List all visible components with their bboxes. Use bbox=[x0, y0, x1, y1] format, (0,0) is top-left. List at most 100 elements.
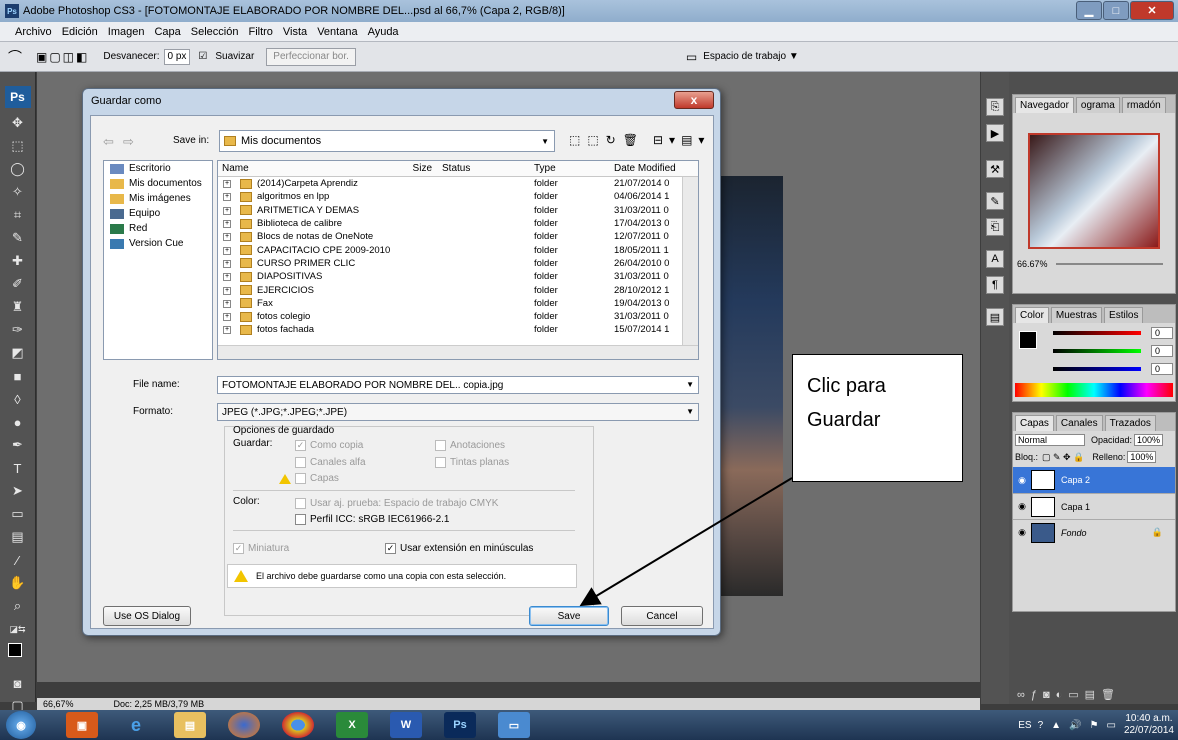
move-tool-icon[interactable]: ✥ bbox=[6, 112, 30, 134]
magic-wand-icon[interactable]: ✧ bbox=[6, 181, 30, 203]
menu-capa[interactable]: Capa bbox=[149, 26, 185, 38]
marquee-tool-icon[interactable]: ⬚ bbox=[6, 135, 30, 157]
bridge-icon[interactable]: ▭ bbox=[686, 50, 697, 64]
gradient-tool-icon[interactable]: ■ bbox=[6, 365, 30, 387]
tab-histogram[interactable]: ograma bbox=[1075, 97, 1120, 113]
col-size[interactable]: Size bbox=[394, 163, 436, 174]
green-value[interactable]: 0 bbox=[1151, 345, 1173, 357]
use-os-dialog-button[interactable]: Use OS Dialog bbox=[103, 606, 191, 626]
chrome-icon[interactable] bbox=[282, 712, 314, 738]
brushes-panel-icon[interactable]: ✎ bbox=[986, 192, 1004, 210]
save-in-select[interactable]: Mis documentos ▼ bbox=[219, 130, 555, 152]
opacity-input[interactable]: 100% bbox=[1134, 434, 1164, 446]
minimize-button[interactable]: ▁ bbox=[1076, 1, 1102, 20]
zoom-tool-icon[interactable]: ⌕ bbox=[6, 595, 30, 617]
tab-navigator[interactable]: Navegador bbox=[1015, 97, 1074, 113]
table-row[interactable]: + DIAPOSITIVAS folder 31/03/2011 0 bbox=[218, 270, 698, 283]
power-icon[interactable]: ▭ bbox=[1106, 720, 1115, 731]
foreground-color-swatch[interactable] bbox=[1019, 331, 1037, 349]
view-menu-icons[interactable]: ⊟▾▤▾ bbox=[653, 133, 710, 147]
tab-color[interactable]: Color bbox=[1015, 307, 1049, 323]
type-tool-icon[interactable]: T bbox=[6, 457, 30, 479]
table-row[interactable]: + algoritmos en lpp folder 04/06/2014 1 bbox=[218, 190, 698, 203]
place-computer[interactable]: Equipo bbox=[104, 206, 212, 221]
proof-setup-checkbox[interactable]: Usar aj. prueba: Espacio de trabajo CMYK bbox=[295, 498, 498, 509]
menu-archivo[interactable]: Archivo bbox=[10, 26, 57, 38]
file-list-horizontal-scrollbar[interactable] bbox=[218, 345, 698, 359]
menu-imagen[interactable]: Imagen bbox=[103, 26, 150, 38]
menu-seleccion[interactable]: Selección bbox=[186, 26, 244, 38]
thumbnail-checkbox[interactable]: ✓ Miniatura bbox=[233, 543, 289, 554]
dodge-tool-icon[interactable]: ● bbox=[6, 411, 30, 433]
lock-icons[interactable]: ▢ ✎ ✥ 🔒 bbox=[1042, 452, 1084, 463]
red-value[interactable]: 0 bbox=[1151, 327, 1173, 339]
fill-input[interactable]: 100% bbox=[1127, 451, 1157, 463]
lowercase-extension-checkbox[interactable]: ✓ Usar extensión en minúsculas bbox=[385, 543, 533, 554]
save-button[interactable]: Save bbox=[529, 606, 609, 626]
icc-profile-checkbox[interactable]: Perfil ICC: sRGB IEC61966-2.1 bbox=[295, 514, 450, 525]
blue-value[interactable]: 0 bbox=[1151, 363, 1173, 375]
eye-icon[interactable]: ◉ bbox=[1013, 527, 1031, 538]
brush-tool-icon[interactable]: ✐ bbox=[6, 273, 30, 295]
format-select[interactable]: JPEG (*.JPG;*.JPEG;*.JPE) ▼ bbox=[217, 403, 699, 421]
lasso-tool-icon[interactable]: ⌒ bbox=[8, 47, 22, 67]
col-date[interactable]: Date Modified bbox=[614, 163, 682, 174]
table-row[interactable]: + ARITMETICA Y DEMAS folder 31/03/2011 0 bbox=[218, 204, 698, 217]
forward-arrow-icon[interactable]: ⇨ bbox=[123, 134, 134, 150]
place-pictures[interactable]: Mis imágenes bbox=[104, 191, 212, 206]
antialias-checkbox-icon[interactable]: ☑ bbox=[198, 51, 207, 62]
file-list-vertical-scrollbar[interactable] bbox=[682, 177, 698, 347]
notes-tool-icon[interactable]: ▤ bbox=[6, 526, 30, 548]
menu-vista[interactable]: Vista bbox=[278, 26, 312, 38]
refine-edge-button[interactable]: Perfeccionar bor. bbox=[266, 47, 356, 66]
actions-panel-icon[interactable]: ▶ bbox=[986, 124, 1004, 142]
paragraph-panel-icon[interactable]: ¶ bbox=[986, 276, 1004, 294]
tab-layers[interactable]: Capas bbox=[1015, 415, 1054, 431]
eraser-tool-icon[interactable]: ◩ bbox=[6, 342, 30, 364]
photoshop-taskbar-icon[interactable]: Ps bbox=[444, 712, 476, 738]
menu-edicion[interactable]: Edición bbox=[57, 26, 103, 38]
zoom-level[interactable]: 66,67% bbox=[43, 699, 74, 709]
eyedropper-tool-icon[interactable]: ✎ bbox=[6, 227, 30, 249]
window-switcher-icon[interactable]: ▭ bbox=[498, 712, 530, 738]
navigator-zoom[interactable]: 66.67% bbox=[1017, 259, 1048, 269]
dialog-close-button[interactable]: x bbox=[674, 91, 714, 109]
red-slider[interactable] bbox=[1053, 331, 1141, 335]
eye-icon[interactable]: ◉ bbox=[1013, 501, 1031, 512]
excel-icon[interactable]: X bbox=[336, 712, 368, 738]
alpha-channels-checkbox[interactable]: Canales alfa bbox=[295, 457, 366, 468]
tab-paths[interactable]: Trazados bbox=[1104, 415, 1156, 431]
tool-presets-icon[interactable]: ⚒ bbox=[986, 160, 1004, 178]
stamp-tool-icon[interactable]: ♜ bbox=[6, 296, 30, 318]
menu-ayuda[interactable]: Ayuda bbox=[363, 26, 404, 38]
green-slider[interactable] bbox=[1053, 349, 1141, 353]
tab-info[interactable]: rmadón bbox=[1121, 97, 1166, 113]
quick-mask-icon[interactable]: ◙ bbox=[6, 672, 30, 694]
network-tray-icon[interactable]: ▲ bbox=[1051, 720, 1061, 731]
table-row[interactable]: + Blocs de notas de OneNote folder 12/07/20… bbox=[218, 230, 698, 243]
shape-tool-icon[interactable]: ▭ bbox=[6, 503, 30, 525]
place-version-cue[interactable]: Version Cue bbox=[104, 236, 212, 251]
eyedropper2-icon[interactable]: ⁄ bbox=[6, 549, 30, 571]
explorer-icon[interactable]: ▤ bbox=[174, 712, 206, 738]
cancel-button[interactable]: Cancel bbox=[621, 606, 703, 626]
table-row[interactable]: + Fax folder 19/04/2013 0 bbox=[218, 297, 698, 310]
color-swatches[interactable] bbox=[6, 641, 30, 671]
healing-tool-icon[interactable]: ✚ bbox=[6, 250, 30, 272]
menu-filtro[interactable]: Filtro bbox=[243, 26, 277, 38]
col-name[interactable]: Name bbox=[218, 163, 394, 174]
table-row[interactable]: + CAPACITACIO CPE 2009-2010 folder 18/05/20… bbox=[218, 243, 698, 256]
character-panel-icon[interactable]: A bbox=[986, 250, 1004, 268]
table-row[interactable]: + (2014)Carpeta Aprendiz folder 21/07/2014 … bbox=[218, 177, 698, 190]
eye-icon[interactable]: ◉ bbox=[1013, 475, 1031, 486]
pen-tool-icon[interactable]: ✒ bbox=[6, 434, 30, 456]
tab-swatches[interactable]: Muestras bbox=[1050, 307, 1103, 323]
help-icon[interactable]: ? bbox=[1038, 720, 1044, 731]
language-indicator[interactable]: ES bbox=[1018, 720, 1031, 731]
blend-mode-select[interactable]: Normal bbox=[1015, 434, 1085, 446]
hand-tool-icon[interactable]: ✋ bbox=[6, 572, 30, 594]
nav-toolbar-icons[interactable]: ⬚⬚↻🗑 bbox=[569, 133, 645, 147]
blur-tool-icon[interactable]: ◊ bbox=[6, 388, 30, 410]
swap-colors-icon[interactable]: ◪⇆ bbox=[6, 618, 30, 640]
close-window-button[interactable]: ✕ bbox=[1130, 1, 1174, 20]
